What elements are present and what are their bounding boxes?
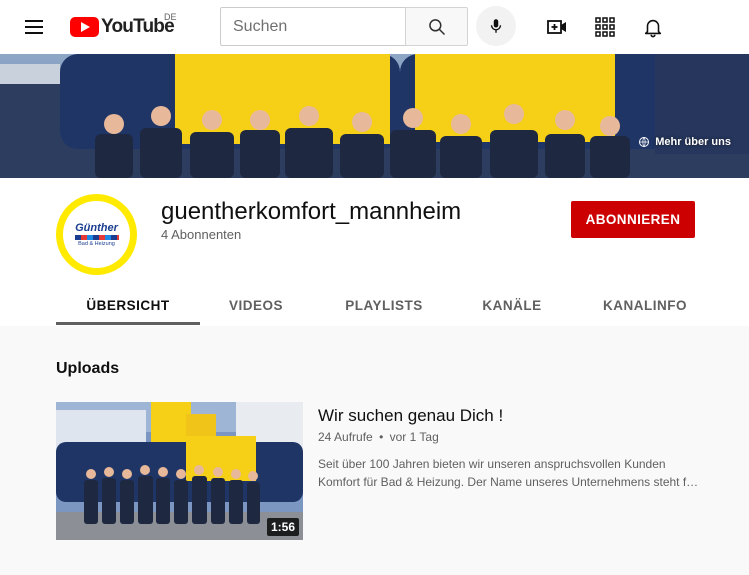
video-metadata: 24 Aufrufe • vor 1 Tag [318, 430, 439, 444]
banner-photo [0, 54, 749, 178]
video-age: vor 1 Tag [389, 430, 439, 444]
menu-button[interactable] [14, 7, 54, 47]
globe-icon [639, 137, 650, 147]
avatar-logo: Günther Bad & Heizung [63, 201, 130, 268]
country-code: DE [164, 12, 177, 22]
video-title[interactable]: Wir suchen genau Dich ! [318, 406, 503, 426]
tab-channels[interactable]: KANÄLE [466, 284, 558, 326]
video-description-line: Seit über 100 Jahren bieten wir unseren … [318, 457, 666, 471]
search-input[interactable] [233, 17, 405, 36]
subscribe-button[interactable]: ABONNIEREN [571, 201, 695, 238]
logo-text: YouTube [101, 16, 175, 37]
video-description-line: Komfort für Bad & Heizung. Der Name unse… [318, 475, 702, 489]
menu-icon-bar [25, 26, 43, 28]
thumbnail-photo [56, 402, 303, 540]
menu-icon [25, 20, 43, 22]
video-views: 24 Aufrufe [318, 430, 373, 444]
search-icon [428, 18, 445, 35]
channel-banner: Mehr über uns [0, 54, 749, 178]
tab-videos[interactable]: VIDEOS [206, 284, 306, 326]
search-button[interactable] [405, 7, 468, 46]
video-duration: 1:56 [266, 518, 299, 536]
active-tab-indicator [56, 322, 200, 325]
youtube-play-icon [70, 17, 99, 37]
notifications-button[interactable] [633, 7, 673, 47]
channel-avatar[interactable]: Günther Bad & Heizung [56, 194, 137, 275]
bell-icon [644, 19, 662, 38]
mic-icon [490, 19, 502, 33]
create-button[interactable] [537, 7, 577, 47]
tab-playlists[interactable]: PLAYLISTS [328, 284, 440, 326]
create-video-icon [547, 20, 566, 34]
avatar-subtitle: Bad & Heizung [78, 241, 115, 247]
menu-icon-bar [25, 32, 43, 34]
video-item[interactable]: 1:56 Wir suchen genau Dich ! 24 Aufrufe … [56, 402, 706, 540]
avatar-stripes [74, 235, 119, 240]
video-description: Seit über 100 Jahren bieten wir unseren … [318, 455, 702, 491]
tab-overview[interactable]: ÜBERSICHT [56, 284, 200, 326]
about-link[interactable]: Mehr über uns [638, 136, 731, 148]
channel-header: Günther Bad & Heizung guentherkomfort_ma… [0, 178, 749, 326]
voice-search-button[interactable] [476, 6, 516, 46]
tab-about[interactable]: KANALINFO [592, 284, 698, 326]
masthead: YouTube DE [0, 0, 749, 54]
channel-name: guentherkomfort_mannheim [161, 198, 462, 225]
apps-icon [595, 17, 615, 37]
youtube-logo[interactable]: YouTube [70, 14, 175, 40]
about-link-label: Mehr über uns [655, 136, 731, 148]
search-box [220, 7, 405, 46]
meta-separator: • [379, 430, 384, 444]
apps-button[interactable] [585, 7, 625, 47]
video-thumbnail[interactable]: 1:56 [56, 402, 303, 540]
avatar-brand: Günther [75, 222, 118, 234]
subscriber-count: 4 Abonnenten [161, 227, 242, 242]
uploads-heading[interactable]: Uploads [56, 360, 119, 378]
